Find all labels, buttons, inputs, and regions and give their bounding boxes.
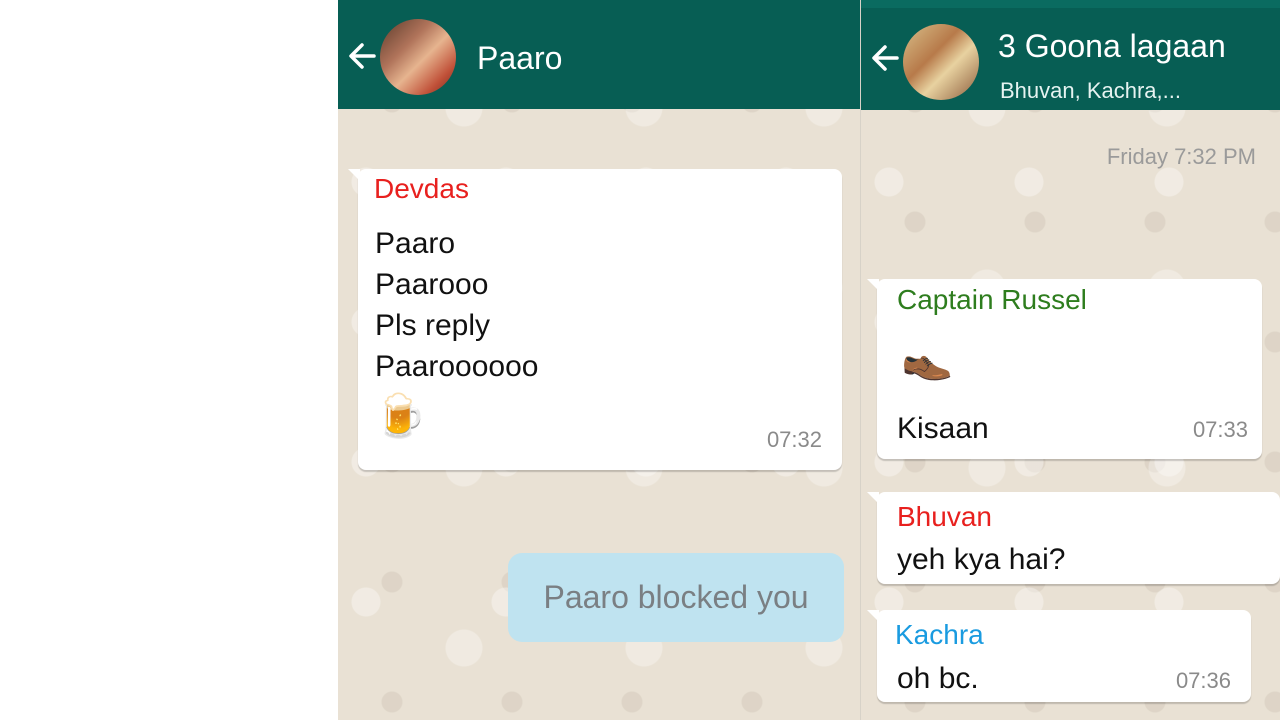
message-time: 07:32 bbox=[766, 427, 822, 452]
chat-header: 3 Goona lagaan Bhuvan, Kachra,... bbox=[861, 0, 1280, 110]
message-time: 07:33 bbox=[1192, 417, 1248, 442]
chat-panel-group: 3 Goona lagaan Bhuvan, Kachra,... Friday… bbox=[861, 0, 1280, 720]
group-avatar[interactable] bbox=[903, 24, 979, 100]
message-text: Kisaan bbox=[897, 412, 989, 445]
group-title[interactable]: 3 Goona lagaan bbox=[998, 28, 1226, 65]
sender-name: Captain Russel bbox=[897, 284, 1087, 315]
chat-title[interactable]: Paaro bbox=[477, 40, 562, 77]
arrow-left-icon bbox=[349, 43, 376, 69]
shoe-emoji-icon: 👞 bbox=[901, 334, 954, 381]
back-button[interactable] bbox=[867, 38, 903, 78]
back-button[interactable] bbox=[344, 36, 380, 76]
message-line: Paaroooooo bbox=[375, 350, 539, 383]
message-text: Paaro Paarooo Pls reply Paaroooooo bbox=[375, 223, 538, 387]
message-bubble[interactable]: Devdas Paaro Paarooo Pls reply Paarooooo… bbox=[348, 169, 842, 470]
message-text: oh bc. bbox=[897, 662, 979, 695]
message-line: Pls reply bbox=[375, 309, 491, 342]
sender-name: Bhuvan bbox=[897, 501, 992, 532]
message-bubble[interactable]: Kachra oh bc. 07:36 bbox=[867, 610, 1251, 702]
message-text: yeh kya hai? bbox=[897, 543, 1066, 576]
beer-emoji-icon: 🍺 bbox=[374, 392, 427, 439]
chat-panel-paaro: Paaro Devdas Paaro Paarooo Pls reply Paa… bbox=[338, 0, 860, 720]
arrow-left-icon bbox=[872, 45, 899, 71]
date-label: Friday 7:32 PM bbox=[1106, 144, 1256, 169]
chat-header: Paaro bbox=[338, 0, 860, 109]
system-notice: Paaro blocked you bbox=[508, 553, 844, 642]
avatar[interactable] bbox=[380, 19, 456, 95]
sender-name: Kachra bbox=[895, 619, 984, 650]
group-members[interactable]: Bhuvan, Kachra,... bbox=[1000, 78, 1181, 104]
message-time: 07:36 bbox=[1175, 668, 1231, 693]
sender-name: Devdas bbox=[374, 173, 469, 204]
message-bubble[interactable]: Bhuvan yeh kya hai? bbox=[867, 492, 1280, 584]
message-bubble[interactable]: Captain Russel 👞 Kisaan 07:33 bbox=[867, 279, 1262, 459]
message-line: Paarooo bbox=[375, 268, 489, 301]
message-line: Paaro bbox=[375, 227, 456, 260]
